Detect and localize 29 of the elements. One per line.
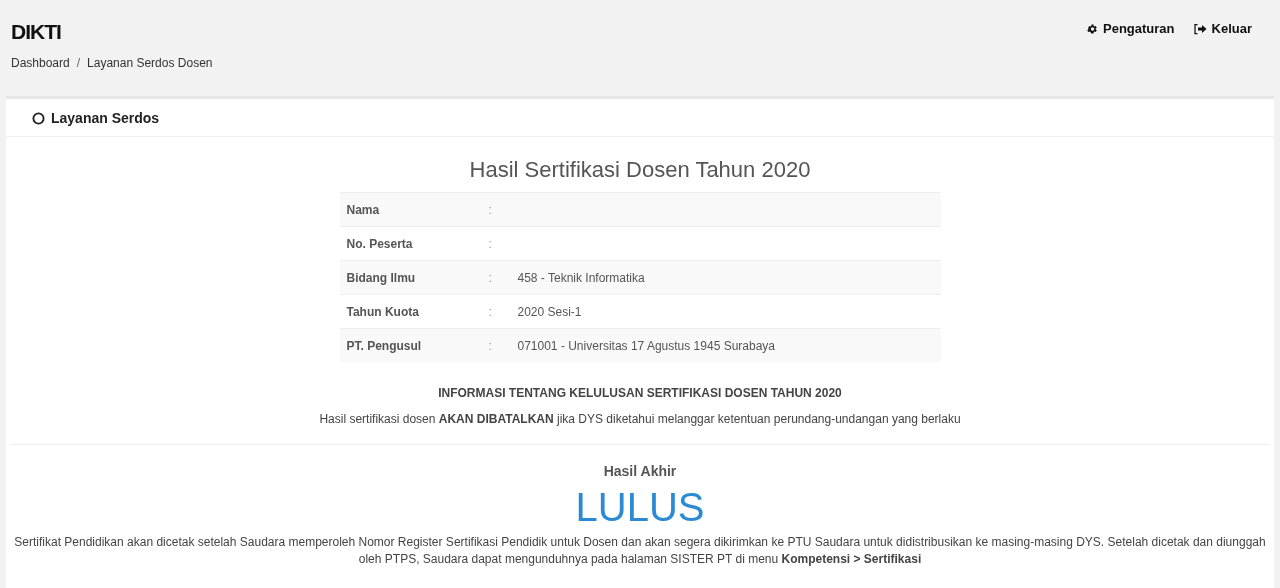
breadcrumb-separator: /: [76, 56, 81, 70]
detail-label: Nama: [345, 202, 381, 217]
settings-icon: [1086, 22, 1098, 35]
info-heading: INFORMASI TENTANG KELULUSAN SERTIFIKASI DOSEN TAHUN 2020: [438, 386, 842, 400]
final-result: LULUS: [575, 485, 705, 530]
result-title: Hasil Sertifikasi Dosen Tahun 2020: [469, 157, 811, 183]
circle-icon: [32, 111, 45, 125]
final-label: Hasil Akhir: [603, 463, 677, 479]
detail-value: 2020 Sesi-1: [517, 304, 582, 319]
logout-link[interactable]: Keluar: [1192, 21, 1252, 36]
breadcrumb-link[interactable]: Dashboard: [11, 56, 70, 70]
info-text: Hasil sertifikasi dosen AKAN DIBATALKAN jika DYS diketahui melanggar ketentuan perundang-undangan yang berlaku: [319, 412, 961, 426]
detail-label: No. Peserta: [345, 236, 414, 251]
breadcrumb-link[interactable]: Layanan Serdos Dosen: [87, 56, 213, 70]
colon: :: [488, 270, 493, 285]
colon: :: [488, 202, 493, 217]
brand-title: DIKTI: [11, 20, 61, 44]
final-note: Sertifikat Pendidikan akan dicetak setelah Saudara memperoleh Nomor Register Sertifikasi Pendidik untuk Dosen dan akan segera dikirimkan ke PTU Saudara untuk didistribusikan ke masing-masing DYS. Setelah dicetak dan diunggah oleh PTPS, Saudara dapat mengunduhnya pada halaman SISTER PT di menu Kompetensi > Sertifikasi: [13, 534, 1267, 568]
colon: :: [488, 338, 493, 353]
detail-value: 458 - Teknik Informatika: [517, 270, 645, 285]
detail-value: 071001 - Universitas 17 Agustus 1945 Surabaya: [517, 338, 775, 353]
logout-icon: [1192, 22, 1207, 35]
card-title: Layanan Serdos: [51, 110, 160, 126]
detail-label: Tahun Kuota: [345, 304, 420, 319]
colon: :: [488, 304, 493, 319]
colon: :: [488, 236, 493, 251]
detail-label: PT. Pengusul: [345, 338, 423, 353]
settings-link[interactable]: Pengaturan: [1086, 21, 1175, 36]
detail-label: Bidang Ilmu: [345, 270, 417, 285]
